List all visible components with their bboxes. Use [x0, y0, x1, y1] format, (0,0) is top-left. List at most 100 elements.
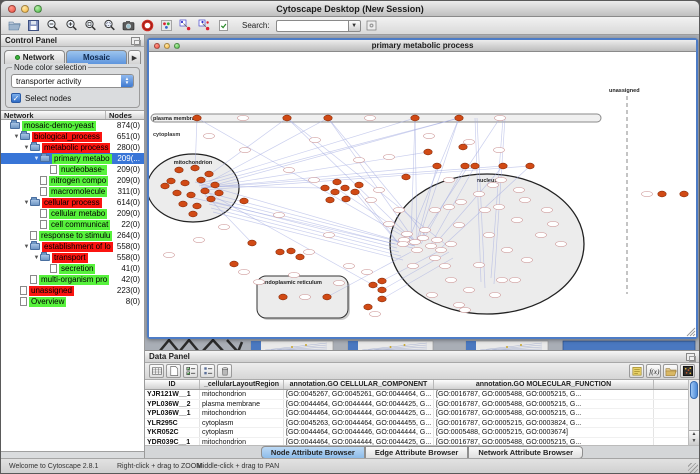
more-tabs-button[interactable]: ▶ [128, 50, 141, 64]
tree-row[interactable]: macromolecule311(0) [1, 186, 144, 197]
column-header[interactable]: ID [145, 380, 200, 389]
search-options-icon[interactable] [364, 18, 380, 33]
network-node[interactable] [495, 115, 506, 120]
network-node[interactable] [456, 199, 467, 204]
network-node[interactable] [194, 237, 205, 242]
network-node[interactable] [542, 207, 553, 212]
network-node[interactable] [430, 207, 441, 212]
expand-triangle-icon[interactable]: ▼ [33, 255, 40, 261]
network-node[interactable] [378, 296, 386, 302]
expand-triangle-icon[interactable]: ▼ [23, 145, 30, 151]
network-node[interactable] [378, 278, 386, 284]
network-node[interactable] [193, 203, 201, 209]
tree-row[interactable]: secretion41(0) [1, 263, 144, 274]
network-node[interactable] [365, 115, 376, 120]
table-row[interactable]: YDR039C__1mitochondrion[GO:0044464, GO:0… [145, 438, 688, 446]
network-node[interactable] [230, 261, 238, 267]
network-node[interactable] [496, 177, 507, 182]
column-header[interactable]: annotation.GO MOLECULAR_FUNCTION [434, 380, 654, 389]
attribute-table[interactable]: ID_cellularLayoutRegionannotation.GO CEL… [145, 380, 688, 445]
table-row[interactable]: YJR121W__1mitochondrion[GO:0045267, GO:0… [145, 390, 688, 400]
network-node[interactable] [430, 255, 441, 260]
resize-grip[interactable] [688, 463, 698, 473]
zoom-in-icon[interactable] [63, 18, 79, 33]
tree-row[interactable]: unassigned223(0) [1, 285, 144, 296]
network-node[interactable] [455, 115, 463, 121]
network-node[interactable] [484, 232, 495, 237]
network-node[interactable] [219, 224, 230, 229]
network-window-titlebar[interactable]: primary metabolic process [149, 40, 696, 52]
close-icon[interactable] [154, 43, 160, 49]
network-node[interactable] [354, 157, 365, 162]
network-node[interactable] [179, 201, 187, 207]
network-node[interactable] [334, 280, 345, 285]
network-node[interactable] [173, 190, 181, 196]
network-node[interactable] [370, 311, 381, 316]
network-node[interactable] [418, 235, 429, 240]
canvas-resize-grip[interactable] [687, 328, 695, 336]
maximize-icon[interactable] [174, 43, 180, 49]
network-node[interactable] [205, 171, 213, 177]
expand-triangle-icon[interactable]: ▼ [23, 244, 30, 250]
network-node[interactable] [490, 292, 501, 297]
network-node[interactable] [238, 115, 249, 120]
network-node[interactable] [197, 177, 205, 183]
zoom-window-button[interactable] [34, 5, 42, 13]
network-node[interactable] [310, 137, 321, 142]
network-node[interactable] [369, 282, 377, 288]
network-node[interactable] [284, 167, 295, 172]
function-builder-button[interactable]: f(x) [646, 364, 661, 378]
network-node[interactable] [283, 115, 291, 121]
network-node[interactable] [289, 272, 300, 277]
network-node[interactable] [240, 147, 251, 152]
network-node[interactable] [432, 237, 443, 242]
import-attributes-button[interactable] [663, 364, 678, 378]
network-node[interactable] [471, 163, 479, 169]
network-node[interactable] [240, 198, 248, 204]
annotation-icon[interactable] [215, 18, 231, 33]
network-node[interactable] [304, 249, 315, 254]
save-session-icon[interactable] [25, 18, 41, 33]
tree-row[interactable]: ▼primary metabo209(... [1, 153, 144, 164]
network-node[interactable] [366, 197, 377, 202]
tab-edge-attribute-browser[interactable]: Edge Attribute Browser [365, 446, 468, 459]
expand-triangle-icon[interactable]: ▼ [33, 156, 40, 162]
tree-header[interactable]: Network Nodes [1, 110, 144, 120]
open-session-icon[interactable] [6, 18, 22, 33]
network-node[interactable] [189, 211, 197, 217]
network-node[interactable] [411, 115, 419, 121]
network-node[interactable] [444, 177, 455, 182]
network-node[interactable] [510, 277, 521, 282]
close-button[interactable] [8, 5, 16, 13]
help-icon[interactable] [139, 18, 155, 33]
network-node[interactable] [201, 188, 209, 194]
column-header[interactable]: annotation.GO CELLULAR_COMPONENT [284, 380, 434, 389]
table-scrollbar[interactable]: ▲▼ [688, 380, 699, 445]
tree-row[interactable]: ▼establishment of lo558(0) [1, 241, 144, 252]
table-row[interactable]: YPL036W__2plasma membrane[GO:0044464, GO… [145, 400, 688, 410]
search-dropdown-button[interactable]: ▼ [348, 20, 361, 32]
network-node[interactable] [181, 180, 189, 186]
network-node[interactable] [454, 302, 465, 307]
network-edge[interactable] [205, 192, 415, 246]
network-node[interactable] [464, 287, 475, 292]
network-node[interactable] [497, 277, 508, 282]
network-node[interactable] [341, 185, 349, 191]
network-node[interactable] [536, 232, 547, 237]
network-node[interactable] [384, 154, 395, 159]
table-row[interactable]: YPL036W__1mitochondrion[GO:0044464, GO:0… [145, 409, 688, 419]
network-node[interactable] [274, 212, 285, 217]
network-node[interactable] [461, 163, 469, 169]
network-node[interactable] [424, 133, 435, 138]
network-node[interactable] [499, 163, 507, 169]
network-node[interactable] [480, 207, 491, 212]
minimize-button[interactable] [21, 5, 29, 13]
expand-triangle-icon[interactable]: ▼ [23, 200, 30, 206]
network-node[interactable] [239, 269, 250, 274]
expand-triangle-icon[interactable]: ▼ [13, 134, 20, 140]
tree-row[interactable]: nucleobase-209(0) [1, 164, 144, 175]
network-node[interactable] [446, 241, 457, 246]
network-edge[interactable] [207, 200, 397, 248]
network-node[interactable] [248, 240, 256, 246]
network-node[interactable] [494, 204, 505, 209]
